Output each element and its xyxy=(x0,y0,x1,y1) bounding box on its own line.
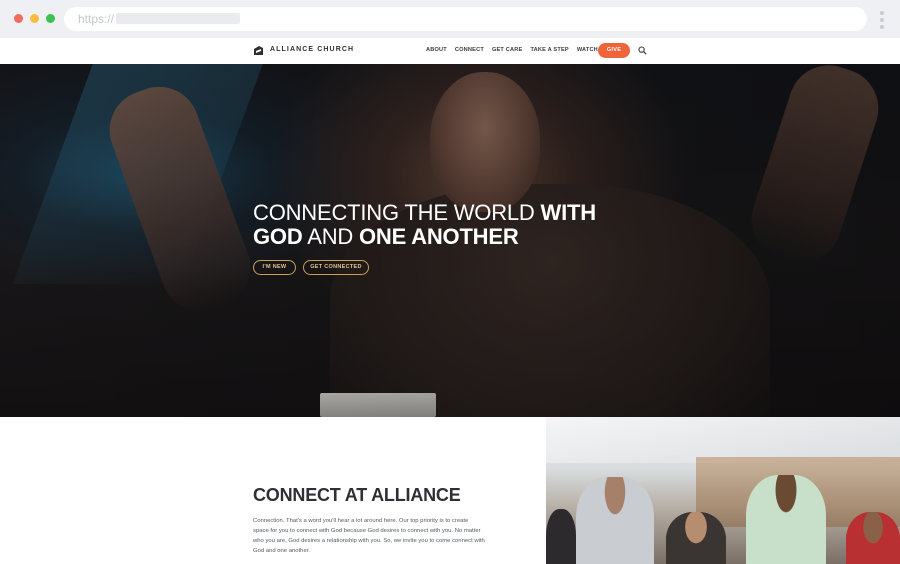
close-window-dot[interactable] xyxy=(14,14,23,23)
browser-chrome: https:// xyxy=(0,0,900,38)
church-logo-icon[interactable] xyxy=(253,45,264,56)
url-redacted xyxy=(116,13,240,24)
nav-link-about[interactable]: ABOUT xyxy=(426,47,447,53)
browser-menu-icon[interactable] xyxy=(880,11,884,29)
nav-link-watch[interactable]: WATCH xyxy=(577,47,598,53)
section-body: Connection. That's a word you'll hear a … xyxy=(253,518,485,554)
logo-text[interactable]: ALLIANCE CHURCH xyxy=(270,46,354,53)
url-scheme: https:// xyxy=(78,12,115,26)
nav-link-connect[interactable]: CONNECT xyxy=(455,47,484,53)
photo-person xyxy=(576,477,654,564)
hero-banner: CONNECTING THE WORLD WITH GOD AND ONE AN… xyxy=(0,64,900,417)
photo-person xyxy=(666,512,726,564)
community-photo xyxy=(546,417,900,564)
photo-person xyxy=(846,512,900,564)
minimize-window-dot[interactable] xyxy=(30,14,39,23)
headline-text: CONNECTING THE WORLD xyxy=(253,200,541,225)
search-icon[interactable] xyxy=(638,46,647,55)
photo-person xyxy=(746,475,826,564)
headline-bold: ONE ANOTHER xyxy=(358,224,519,249)
address-bar[interactable]: https:// xyxy=(64,7,867,31)
photo-person xyxy=(546,509,576,564)
section-title-bold: CONNECT xyxy=(253,485,341,505)
headline-bold: WITH xyxy=(540,200,597,225)
site-header: ALLIANCE CHURCH ABOUT CONNECT GET CARE T… xyxy=(0,38,900,64)
hero-headline: CONNECTING THE WORLD WITH GOD AND ONE AN… xyxy=(253,201,596,249)
maximize-window-dot[interactable] xyxy=(46,14,55,23)
section-title-rest: AT ALLIANCE xyxy=(340,485,461,505)
im-new-button[interactable]: I'M NEW xyxy=(253,260,296,275)
connect-section: CONNECT AT ALLIANCE Connection. That's a… xyxy=(0,417,900,564)
headline-text: AND xyxy=(302,224,359,249)
section-title: CONNECT AT ALLIANCE xyxy=(253,485,461,506)
headline-bold: GOD xyxy=(253,224,303,249)
main-nav: ABOUT CONNECT GET CARE TAKE A STEP WATCH xyxy=(426,47,606,53)
nav-link-get-care[interactable]: GET CARE xyxy=(492,47,523,53)
nav-link-take-a-step[interactable]: TAKE A STEP xyxy=(530,47,568,53)
get-connected-button[interactable]: GET CONNECTED xyxy=(303,260,369,275)
give-button[interactable]: GIVE xyxy=(598,43,630,58)
